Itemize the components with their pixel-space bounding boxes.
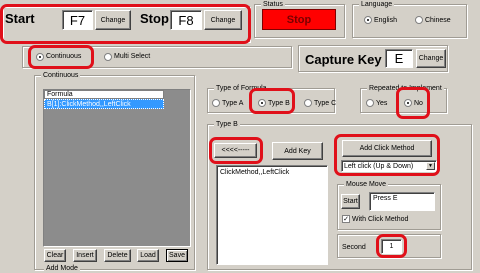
formula-list-item[interactable]: B[1]:ClickMethod,,LeftClick [44, 99, 164, 109]
mode-multiselect-radio[interactable] [104, 53, 112, 61]
language-english-radio[interactable] [364, 16, 372, 24]
mouse-move-hint-box: Press E [369, 192, 435, 211]
formula-list[interactable]: Formula B[1]:ClickMethod,,LeftClick [43, 89, 191, 247]
with-click-label: With Click Method [352, 216, 409, 223]
add-mode-title: Add Mode [44, 264, 80, 273]
language-english-label: English [374, 17, 397, 24]
capture-key-field[interactable]: E [385, 49, 413, 68]
load-button[interactable]: Load [137, 249, 159, 262]
language-title: Language [359, 0, 395, 9]
save-button[interactable]: Save [166, 249, 188, 262]
delete-button[interactable]: Delete [104, 249, 131, 262]
status-title: Status [261, 0, 285, 9]
clear-button[interactable]: Clear [44, 249, 66, 262]
formula-header-label: Formula [47, 91, 73, 98]
insert-button[interactable]: Insert [73, 249, 97, 262]
second-label: Second [342, 244, 366, 251]
type-a-radio[interactable] [212, 99, 220, 107]
mouse-move-title: Mouse Move [344, 180, 389, 189]
type-b-content-text: ClickMethod,,LeftClick [220, 169, 290, 176]
highlight-click-method [334, 134, 440, 176]
mouse-move-hint: Press E [373, 195, 398, 202]
type-c-radio[interactable] [304, 99, 312, 107]
continuous-title: Continuous [41, 71, 81, 80]
status-indicator: Stop [262, 9, 336, 30]
language-chinese-label: Chinese [425, 17, 451, 24]
capture-change-button[interactable]: Change [416, 49, 446, 68]
repeat-yes-label: Yes [376, 100, 388, 107]
with-click-checkbox[interactable]: ✓ [342, 215, 350, 223]
formula-list-header: Formula [44, 90, 164, 99]
capture-key-label: Capture Key [305, 52, 382, 67]
highlight-back-button [209, 137, 263, 164]
repeat-yes-radio[interactable] [366, 99, 374, 107]
type-c-label: Type C [314, 100, 337, 107]
type-a-label: Type A [222, 100, 244, 107]
highlight-second [376, 234, 407, 258]
mode-multiselect-label: Multi Select [114, 53, 151, 60]
highlight-continuous [28, 45, 94, 69]
mouse-move-start-button[interactable]: Start [341, 194, 360, 209]
add-key-button[interactable]: Add Key [272, 142, 323, 160]
formula-item-text: B[1]:ClickMethod,,LeftClick [47, 101, 131, 108]
highlight-hotkeys [0, 4, 251, 44]
type-b-content-box[interactable]: ClickMethod,,LeftClick [216, 165, 328, 265]
type-b-title: Type B [214, 120, 240, 129]
highlight-repeat-no [396, 87, 430, 119]
highlight-type-b [249, 88, 295, 114]
status-value: Stop [286, 13, 312, 26]
language-chinese-radio[interactable] [415, 16, 423, 24]
